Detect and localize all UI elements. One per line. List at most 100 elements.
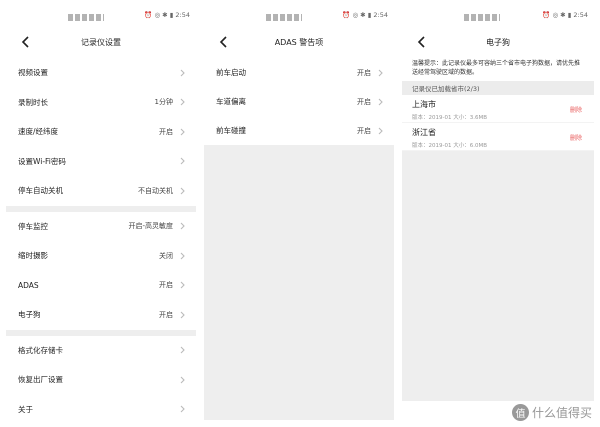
row-value: 开启 — [357, 126, 371, 135]
row-value: 开启 — [357, 68, 371, 77]
nav-bar: ADAS 警告项 — [204, 26, 394, 58]
row-right — [173, 405, 186, 414]
settings-row[interactable]: 关于 — [6, 394, 196, 420]
watermark-logo: 值 — [511, 404, 529, 421]
row-right — [173, 346, 186, 355]
row-right: 1分钟 — [155, 97, 186, 107]
settings-row[interactable]: 电子狗 开启 — [6, 300, 196, 330]
province-item: 浙江省 版本：2019-01 大小：6.0MB 删除 — [402, 123, 594, 151]
delete-button[interactable]: 删除 — [570, 105, 582, 114]
adas-row[interactable]: 前车启动 开启 — [204, 58, 394, 87]
watermark: 值 什么值得买 — [511, 404, 592, 421]
row-right: 开启 — [159, 280, 186, 290]
row-right: 开启 — [159, 310, 186, 320]
page-title: 电子狗 — [486, 37, 510, 47]
adas-row[interactable]: 前车碰撞 开启 — [204, 116, 394, 145]
chevron-right-icon — [178, 405, 186, 414]
chevron-right-icon — [178, 68, 186, 77]
row-label: 录制时长 — [18, 97, 48, 107]
row-value: 开启 — [159, 281, 173, 290]
chevron-right-icon — [178, 186, 186, 195]
row-right: 开启-高灵敏度 — [128, 221, 186, 231]
status-right: ⏰ ◎ ✱ ▮ 2:54 — [342, 11, 388, 19]
row-right — [173, 375, 186, 384]
status-icons — [464, 14, 500, 21]
row-label: 停车自动关机 — [18, 186, 63, 196]
settings-row[interactable]: 设置Wi-Fi密码 — [6, 146, 196, 176]
chevron-right-icon — [178, 375, 186, 384]
row-value: 开启 — [159, 310, 173, 319]
settings-row[interactable]: 恢复出厂设置 — [6, 365, 196, 395]
back-button[interactable] — [16, 33, 34, 51]
row-right: 开启 — [357, 126, 384, 136]
tip-text: 温馨提示：此记录仪最多可容纳三个省市电子狗数据，请优先推送经常驾驶区域的数据。 — [412, 60, 581, 76]
status-bar: ⏰ ◎ ✱ ▮ 2:54 — [6, 8, 196, 26]
row-label: 关于 — [18, 404, 33, 414]
settings-row[interactable]: 录制时长 1分钟 — [6, 87, 196, 117]
row-value: 开启 — [357, 97, 371, 106]
row-right — [173, 68, 186, 77]
status-right: ⏰ ◎ ✱ ▮ 2:54 — [144, 11, 190, 19]
row-value: 开启 — [159, 127, 173, 136]
province-item: 上海市版本：2019-01 大小：3.6MB 删除 — [402, 95, 594, 123]
loaded-provinces-header: 记录仪已加载省市(2/3) — [402, 81, 594, 95]
adas-list: 前车启动 开启 车道偏离 开启 前车碰撞 开启 — [204, 58, 394, 145]
row-right: 开启 — [357, 68, 384, 78]
status-icons — [68, 14, 104, 21]
chevron-right-icon — [178, 251, 186, 260]
province-list: 上海市 版本：2019-01 大小：3.6MB 删除 浙江省 版本：2019-01 大小… — [402, 95, 594, 151]
row-label: 设置Wi-Fi密码 — [18, 156, 66, 166]
back-button[interactable] — [412, 33, 430, 51]
row-right — [173, 157, 186, 166]
back-arrow-icon — [219, 36, 227, 48]
empty-area — [204, 145, 394, 420]
back-button[interactable] — [214, 33, 232, 51]
settings-row[interactable]: 停车自动关机 不自动关机 — [6, 176, 196, 206]
delete-button[interactable]: 删除 — [570, 133, 582, 142]
status-right: ⏰ ◎ ✱ ▮ 2:54 — [542, 11, 588, 19]
chevron-right-icon — [178, 310, 186, 319]
province-meta: 版本：2019-01 大小：3.6MB — [412, 115, 487, 121]
settings-row[interactable]: ADAS 开启 — [6, 270, 196, 300]
page-title: ADAS 警告项 — [274, 37, 324, 47]
chevron-right-icon — [178, 157, 186, 166]
status-bar: ⏰ ◎ ✱ ▮ 2:54 — [402, 8, 594, 26]
row-value: 1分钟 — [154, 98, 173, 107]
row-label: 前车碰撞 — [216, 126, 246, 135]
chevron-right-icon — [178, 127, 186, 136]
row-label: 前车启动 — [216, 68, 246, 77]
row-right: 开启 — [159, 127, 186, 137]
row-value: 不自动关机 — [138, 186, 173, 195]
settings-list: 视频设置 录制时长 1分钟 速度/经纬度 开启 设置Wi-Fi密码 停车自动关机 不自动关机停… — [6, 58, 196, 420]
chevron-right-icon — [178, 346, 186, 355]
row-label: ADAS — [18, 280, 39, 290]
row-label: 缩时摄影 — [18, 251, 48, 261]
back-arrow-icon — [417, 36, 425, 48]
watermark-text: 什么值得买 — [531, 406, 592, 420]
row-value: 关闭 — [159, 251, 173, 260]
province-name: 上海市 — [412, 100, 436, 109]
dashcam-settings-screen: ⏰ ◎ ✱ ▮ 2:54 记录仪设置 视频设置录制时长 1分钟速度/经纬度 开启设置… — [6, 8, 196, 420]
settings-row[interactable]: 停车监控 开启-高灵敏度 — [6, 211, 196, 241]
chevron-right-icon — [178, 222, 186, 231]
chevron-right-icon — [376, 68, 384, 77]
status-bar: ⏰ ◎ ✱ ▮ 2:54 — [204, 8, 394, 26]
row-label: 车道偏离 — [216, 97, 246, 106]
row-right: 不自动关机 — [138, 186, 186, 196]
page-title: 记录仪设置 — [81, 37, 121, 47]
settings-row[interactable]: 视频设置 — [6, 58, 196, 88]
status-icons — [266, 14, 302, 21]
row-right: 关闭 — [159, 251, 186, 261]
row-label: 恢复出厂设置 — [18, 375, 63, 385]
settings-row[interactable]: 缩时摄影 关闭 — [6, 241, 196, 271]
adas-row[interactable]: 车道偏离 开启 — [204, 87, 394, 116]
province-meta: 版本：2019-01 大小：6.0MB — [412, 143, 487, 149]
chevron-right-icon — [376, 126, 384, 135]
back-arrow-icon — [21, 36, 29, 48]
row-label: 电子狗 — [18, 310, 41, 320]
settings-row[interactable]: 格式化存储卡 — [6, 335, 196, 365]
settings-row[interactable]: 速度/经纬度 开启 — [6, 117, 196, 147]
adas-warnings-screen: ⏰ ◎ ✱ ▮ 2:54 ADAS 警告项 前车启动 开启 车道偏离 开启 前车碰撞 开启 — [204, 8, 394, 420]
nav-bar: 电子狗 — [402, 26, 594, 58]
row-label: 视频设置 — [18, 68, 48, 78]
